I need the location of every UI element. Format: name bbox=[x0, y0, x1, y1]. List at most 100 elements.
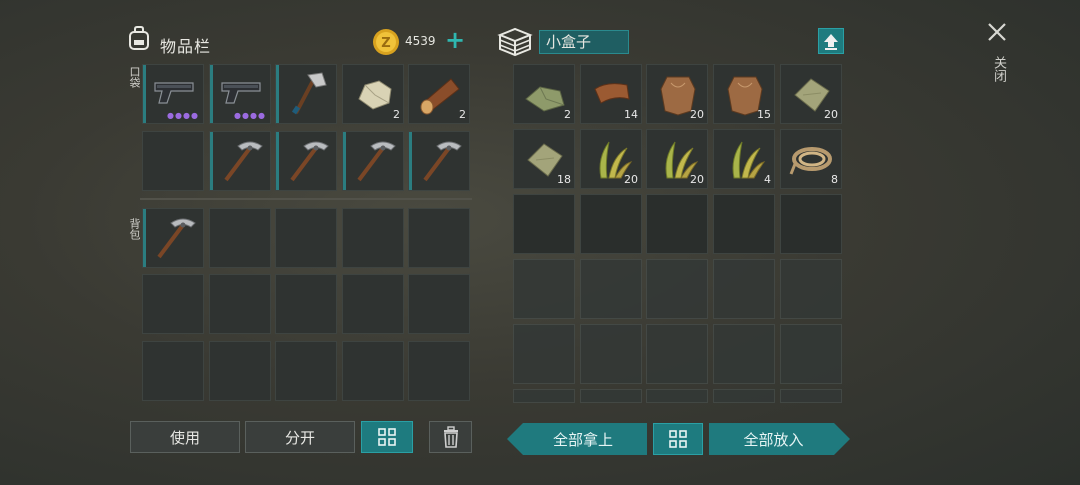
close-label: 关闭 bbox=[991, 56, 1006, 82]
item-count: 15 bbox=[757, 108, 771, 121]
empty-slot[interactable] bbox=[780, 259, 842, 319]
pickaxe-icon bbox=[290, 141, 329, 182]
inventory-slot-cloth[interactable]: 2 bbox=[513, 64, 575, 124]
empty-slot[interactable] bbox=[580, 324, 642, 384]
empty-slot[interactable] bbox=[580, 389, 642, 403]
pickaxe-icon bbox=[357, 141, 396, 182]
empty-slot[interactable] bbox=[780, 324, 842, 384]
empty-slot[interactable] bbox=[209, 341, 271, 401]
svg-text:Z: Z bbox=[381, 36, 390, 51]
durability-bar bbox=[210, 132, 213, 190]
box-icon bbox=[497, 25, 533, 57]
empty-slot[interactable] bbox=[580, 259, 642, 319]
durability-bar bbox=[143, 209, 146, 267]
inventory-slot-pickaxe[interactable] bbox=[209, 131, 271, 191]
inventory-slot-pickaxe[interactable] bbox=[142, 208, 204, 268]
item-count: 2 bbox=[459, 108, 466, 121]
empty-slot[interactable] bbox=[513, 194, 575, 254]
item-count: 20 bbox=[824, 108, 838, 121]
plant-fiber-icon bbox=[732, 141, 766, 179]
container-title[interactable]: 小盒子 bbox=[539, 30, 629, 54]
upload-button[interactable] bbox=[818, 28, 844, 54]
empty-slot[interactable] bbox=[275, 274, 337, 334]
inventory-slot-log[interactable]: 2 bbox=[408, 64, 470, 124]
empty-slot[interactable] bbox=[142, 131, 204, 191]
split-button[interactable]: 分开 bbox=[245, 421, 355, 453]
pocket-label: 口袋 bbox=[128, 66, 141, 88]
cloth-icon bbox=[525, 86, 565, 112]
empty-slot[interactable] bbox=[513, 389, 575, 403]
empty-slot[interactable] bbox=[713, 389, 775, 403]
empty-slot[interactable] bbox=[713, 259, 775, 319]
inventory-slot-pistol[interactable]: ●●●● bbox=[142, 64, 204, 124]
empty-slot[interactable] bbox=[209, 274, 271, 334]
empty-slot[interactable] bbox=[209, 208, 271, 268]
empty-slot[interactable] bbox=[780, 194, 842, 254]
empty-slot[interactable] bbox=[142, 274, 204, 334]
inventory-slot-hatchet[interactable] bbox=[275, 64, 337, 124]
currency-amount: 4539 bbox=[405, 34, 436, 48]
inventory-slot-rope[interactable]: 8 bbox=[780, 129, 842, 189]
inventory-title: 物品栏 bbox=[160, 37, 212, 56]
close-button[interactable]: 关闭 bbox=[985, 20, 1013, 100]
empty-slot[interactable] bbox=[408, 274, 470, 334]
empty-slot[interactable] bbox=[342, 208, 404, 268]
empty-slot[interactable] bbox=[713, 324, 775, 384]
empty-slot[interactable] bbox=[580, 194, 642, 254]
backpack-label: 背包 bbox=[128, 218, 141, 240]
arrow-up-icon bbox=[824, 34, 838, 50]
item-count: 8 bbox=[831, 173, 838, 186]
empty-slot[interactable] bbox=[646, 389, 708, 403]
log-icon bbox=[420, 78, 460, 115]
use-button[interactable]: 使用 bbox=[130, 421, 240, 453]
inventory-slot-pickaxe[interactable] bbox=[342, 131, 404, 191]
empty-slot[interactable] bbox=[342, 341, 404, 401]
backpack-icon bbox=[127, 25, 151, 51]
inventory-slot-pistol[interactable]: ●●●● bbox=[209, 64, 271, 124]
inventory-slot-plant-fiber[interactable]: 4 bbox=[713, 129, 775, 189]
durability-bar bbox=[409, 132, 412, 190]
inventory-slot-plant-fiber[interactable]: 20 bbox=[580, 129, 642, 189]
item-count: 20 bbox=[690, 108, 704, 121]
empty-slot[interactable] bbox=[142, 341, 204, 401]
grid-icon bbox=[378, 428, 396, 446]
inventory-slot-hide[interactable]: 20 bbox=[646, 64, 708, 124]
empty-slot[interactable] bbox=[646, 324, 708, 384]
pickaxe-icon bbox=[423, 141, 462, 182]
empty-slot[interactable] bbox=[408, 208, 470, 268]
trash-icon bbox=[443, 426, 458, 448]
inventory-slot-stone[interactable]: 2 bbox=[342, 64, 404, 124]
inventory-slot-plant-fiber[interactable]: 20 bbox=[646, 129, 708, 189]
put-all-button[interactable]: 全部放入 bbox=[709, 423, 850, 455]
inventory-slot-leather[interactable]: 14 bbox=[580, 64, 642, 124]
empty-slot[interactable] bbox=[713, 194, 775, 254]
rarity-dots: ●●●● bbox=[167, 111, 199, 120]
inventory-slot-fabric[interactable]: 18 bbox=[513, 129, 575, 189]
hatchet-icon bbox=[291, 72, 327, 115]
take-all-button[interactable]: 全部拿上 bbox=[507, 423, 647, 455]
inventory-slot-pickaxe[interactable] bbox=[275, 131, 337, 191]
empty-slot[interactable] bbox=[342, 274, 404, 334]
item-count: 20 bbox=[690, 173, 704, 186]
empty-slot[interactable] bbox=[780, 389, 842, 403]
item-count: 4 bbox=[764, 173, 771, 186]
sort-inventory-button[interactable] bbox=[361, 421, 413, 453]
empty-slot[interactable] bbox=[646, 259, 708, 319]
empty-slot[interactable] bbox=[275, 208, 337, 268]
inventory-slot-hide[interactable]: 15 bbox=[713, 64, 775, 124]
add-currency-button[interactable]: + bbox=[445, 28, 465, 52]
durability-bar bbox=[343, 132, 346, 190]
empty-slot[interactable] bbox=[513, 259, 575, 319]
stone-icon bbox=[358, 80, 392, 110]
empty-slot[interactable] bbox=[408, 341, 470, 401]
grid-icon bbox=[669, 430, 687, 448]
divider bbox=[140, 198, 472, 200]
sort-container-button[interactable] bbox=[653, 423, 703, 455]
inventory-slot-fabric[interactable]: 20 bbox=[780, 64, 842, 124]
durability-bar bbox=[276, 65, 279, 123]
delete-button[interactable] bbox=[429, 421, 472, 453]
inventory-slot-pickaxe[interactable] bbox=[408, 131, 470, 191]
empty-slot[interactable] bbox=[513, 324, 575, 384]
empty-slot[interactable] bbox=[275, 341, 337, 401]
empty-slot[interactable] bbox=[646, 194, 708, 254]
